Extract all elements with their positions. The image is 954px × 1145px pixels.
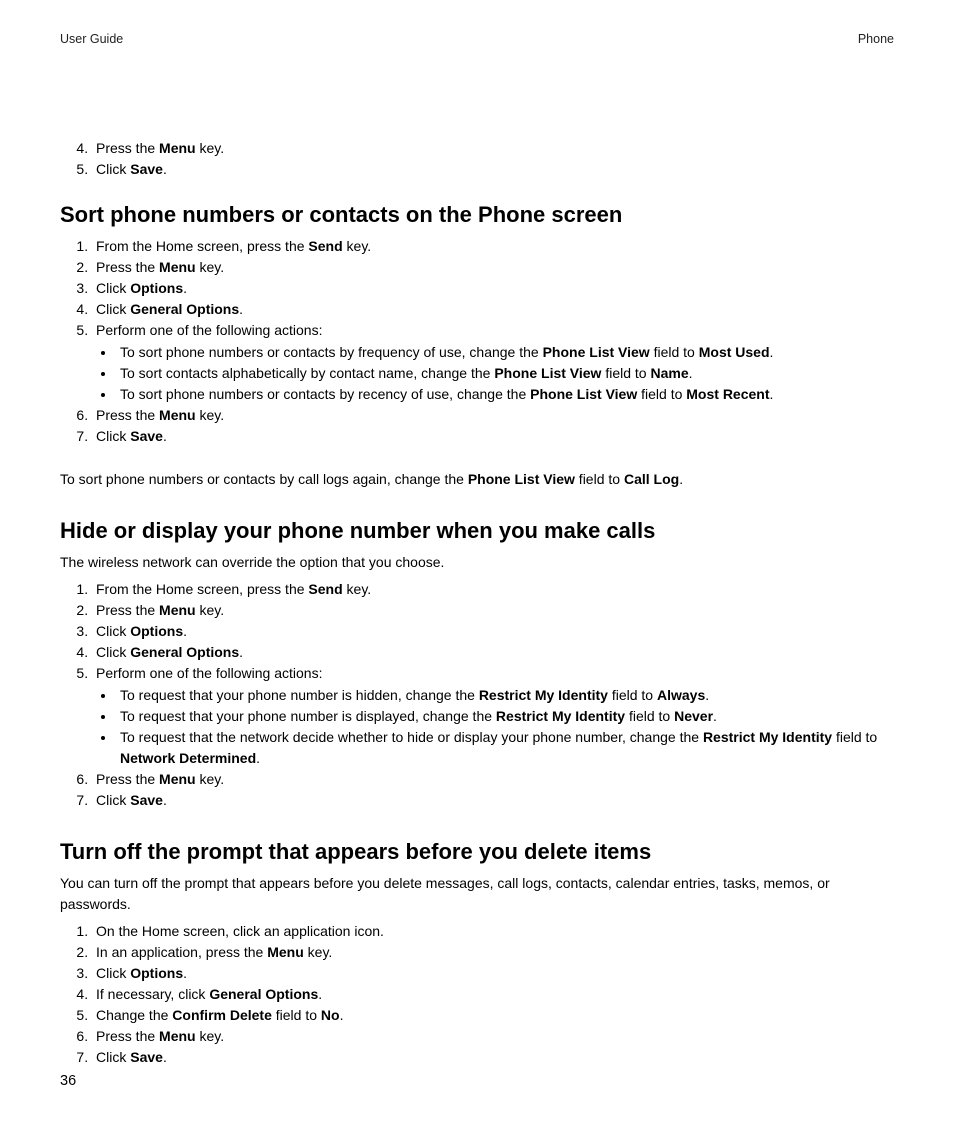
section-hide-display: Hide or display your phone number when y… xyxy=(60,518,894,811)
list-item: To request that the network decide wheth… xyxy=(116,727,894,769)
list-item: Click Options. xyxy=(92,278,894,299)
list-item: Press the Menu key. xyxy=(92,405,894,426)
page-number: 36 xyxy=(60,1073,76,1089)
list-item: In an application, press the Menu key. xyxy=(92,942,894,963)
list-item: Click Save. xyxy=(92,426,894,447)
continued-step-list: Press the Menu key.Click Save. xyxy=(92,138,894,180)
header-right: Phone xyxy=(858,32,894,46)
list-item: From the Home screen, press the Send key… xyxy=(92,236,894,257)
list-item: Click Options. xyxy=(92,621,894,642)
list-item: Click Save. xyxy=(92,1047,894,1068)
list-item: Press the Menu key. xyxy=(92,1026,894,1047)
section-intro: You can turn off the prompt that appears… xyxy=(60,873,894,915)
list-item: Change the Confirm Delete field to No. xyxy=(92,1005,894,1026)
section-heading: Sort phone numbers or contacts on the Ph… xyxy=(60,202,894,228)
section-turn-off-prompt: Turn off the prompt that appears before … xyxy=(60,839,894,1068)
section-sort-phone: Sort phone numbers or contacts on the Ph… xyxy=(60,202,894,490)
list-item: To request that your phone number is dis… xyxy=(116,706,894,727)
list-item: Click General Options. xyxy=(92,299,894,320)
list-item: Click Save. xyxy=(92,159,894,180)
list-item: Press the Menu key. xyxy=(92,769,894,790)
header-left: User Guide xyxy=(60,32,123,46)
sub-bullet-list: To sort phone numbers or contacts by fre… xyxy=(116,342,894,405)
trailing-note: To sort phone numbers or contacts by cal… xyxy=(60,469,894,490)
page-header: User Guide Phone xyxy=(60,32,894,46)
list-item: Click General Options. xyxy=(92,642,894,663)
list-item: To sort phone numbers or contacts by rec… xyxy=(116,384,894,405)
section-heading: Hide or display your phone number when y… xyxy=(60,518,894,544)
list-item: If necessary, click General Options. xyxy=(92,984,894,1005)
step-list: From the Home screen, press the Send key… xyxy=(92,579,894,811)
step-list: From the Home screen, press the Send key… xyxy=(92,236,894,447)
section-heading: Turn off the prompt that appears before … xyxy=(60,839,894,865)
list-item: Click Save. xyxy=(92,790,894,811)
list-item: To sort contacts alphabetically by conta… xyxy=(116,363,894,384)
list-item: Press the Menu key. xyxy=(92,600,894,621)
list-item: Perform one of the following actions:To … xyxy=(92,663,894,769)
list-item: Press the Menu key. xyxy=(92,138,894,159)
step-list: On the Home screen, click an application… xyxy=(92,921,894,1068)
list-item: To sort phone numbers or contacts by fre… xyxy=(116,342,894,363)
list-item: Press the Menu key. xyxy=(92,257,894,278)
list-item: Click Options. xyxy=(92,963,894,984)
list-item: On the Home screen, click an application… xyxy=(92,921,894,942)
list-item: From the Home screen, press the Send key… xyxy=(92,579,894,600)
sub-bullet-list: To request that your phone number is hid… xyxy=(116,685,894,769)
list-item: Perform one of the following actions:To … xyxy=(92,320,894,405)
section-intro: The wireless network can override the op… xyxy=(60,552,894,573)
list-item: To request that your phone number is hid… xyxy=(116,685,894,706)
